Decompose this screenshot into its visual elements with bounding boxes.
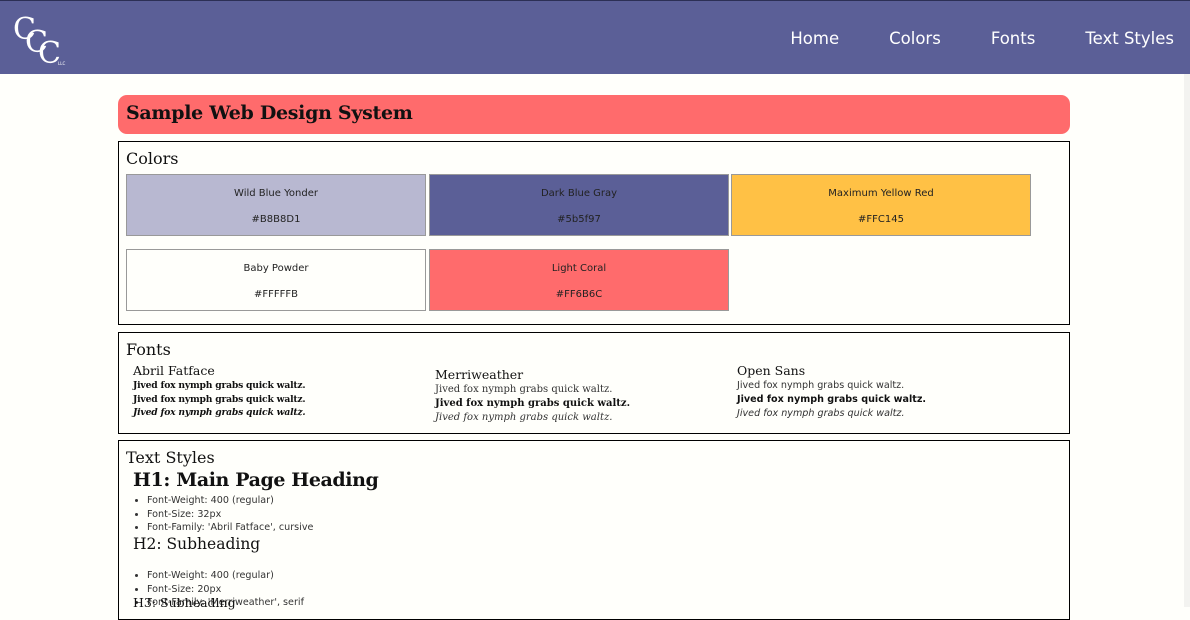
h1-sample-heading: H1: Main Page Heading [133, 469, 379, 491]
swatch-name: Baby Powder [243, 263, 309, 274]
list-item: Font-Size: 32px [147, 508, 313, 522]
logo-icon: C C C LLC [13, 12, 65, 71]
fonts-section: Fonts Abril Fatface Jived fox nymph grab… [118, 332, 1070, 434]
top-navbar: C C C LLC Home Colors Fonts Text Styles [0, 0, 1190, 74]
fonts-section-title: Fonts [126, 340, 171, 359]
swatch-hex: #B8B8D1 [251, 214, 301, 225]
text-styles-section: Text Styles H1: Main Page Heading Font-W… [118, 440, 1070, 620]
page-title-banner: Sample Web Design System [118, 95, 1070, 134]
text-styles-section-title: Text Styles [126, 448, 215, 467]
swatch-name: Wild Blue Yonder [234, 188, 318, 199]
colors-section-title: Colors [126, 149, 179, 168]
swatch-hex: #FFFFFB [254, 289, 298, 300]
swatch-hex: #FF6B6C [555, 289, 603, 300]
h1-properties-list: Font-Weight: 400 (regular) Font-Size: 32… [133, 494, 313, 535]
font-sample-regular: Jived fox nymph grabs quick waltz. [133, 380, 306, 391]
h3-sample-heading: H3: Subheading [133, 595, 236, 610]
font-sample-regular: Jived fox nymph grabs quick waltz. [435, 384, 613, 395]
list-item: Font-Weight: 400 (regular) [147, 494, 313, 508]
swatch-name: Dark Blue Gray [540, 188, 618, 199]
font-sample-bold: Jived fox nymph grabs quick waltz. [435, 398, 631, 409]
nav-link-fonts[interactable]: Fonts [991, 29, 1036, 48]
font-column-abril: Abril Fatface Jived fox nymph grabs quic… [133, 363, 423, 420]
font-sample-bold: Jived fox nymph grabs quick waltz. [737, 394, 927, 405]
font-sample-italic: Jived fox nymph grabs quick waltz. [435, 412, 613, 423]
nav-links: Home Colors Fonts Text Styles [740, 1, 1174, 75]
h2-sample-heading: H2: Subheading [133, 535, 261, 553]
color-swatch: Wild Blue Yonder #B8B8D1 [126, 174, 426, 236]
swatch-hex: #5b5f97 [557, 214, 601, 225]
swatch-hex: #FFC145 [858, 214, 904, 225]
nav-link-colors[interactable]: Colors [889, 29, 941, 48]
color-swatch: Baby Powder #FFFFFB [126, 249, 426, 311]
colors-section: Colors Wild Blue Yonder #B8B8D1 Dark Blu… [118, 141, 1070, 325]
color-swatch: Maximum Yellow Red #FFC145 [731, 174, 1031, 236]
font-name: Open Sans [737, 363, 806, 378]
nav-link-home[interactable]: Home [790, 29, 839, 48]
color-swatch: Light Coral #FF6B6C [429, 249, 729, 311]
color-swatch: Dark Blue Gray #5b5f97 [429, 174, 729, 236]
page-title: Sample Web Design System [126, 102, 413, 124]
ccc-logo[interactable]: C C C LLC [12, 9, 72, 71]
swatch-name: Maximum Yellow Red [828, 188, 934, 199]
font-sample-italic: Jived fox nymph grabs quick waltz. [133, 407, 306, 418]
font-name: Merriweather [435, 367, 524, 382]
font-column-merriweather: Merriweather Jived fox nymph grabs quick… [435, 367, 725, 425]
font-column-open-sans: Open Sans Jived fox nymph grabs quick wa… [737, 363, 1027, 421]
font-name: Abril Fatface [133, 363, 215, 378]
font-sample-regular: Jived fox nymph grabs quick waltz. [737, 380, 905, 391]
list-item: Font-Size: 20px [147, 583, 304, 597]
font-sample-bold: Jived fox nymph grabs quick waltz. [133, 393, 306, 405]
font-sample-italic: Jived fox nymph grabs quick waltz. [737, 408, 905, 419]
list-item: Font-Family: 'Abril Fatface', cursive [147, 521, 313, 535]
page-scrollbar[interactable] [1184, 74, 1190, 607]
swatch-name: Light Coral [551, 263, 607, 274]
nav-link-text-styles[interactable]: Text Styles [1085, 29, 1174, 48]
logo-small-text: LLC [58, 61, 65, 66]
list-item: Font-Weight: 400 (regular) [147, 569, 304, 583]
